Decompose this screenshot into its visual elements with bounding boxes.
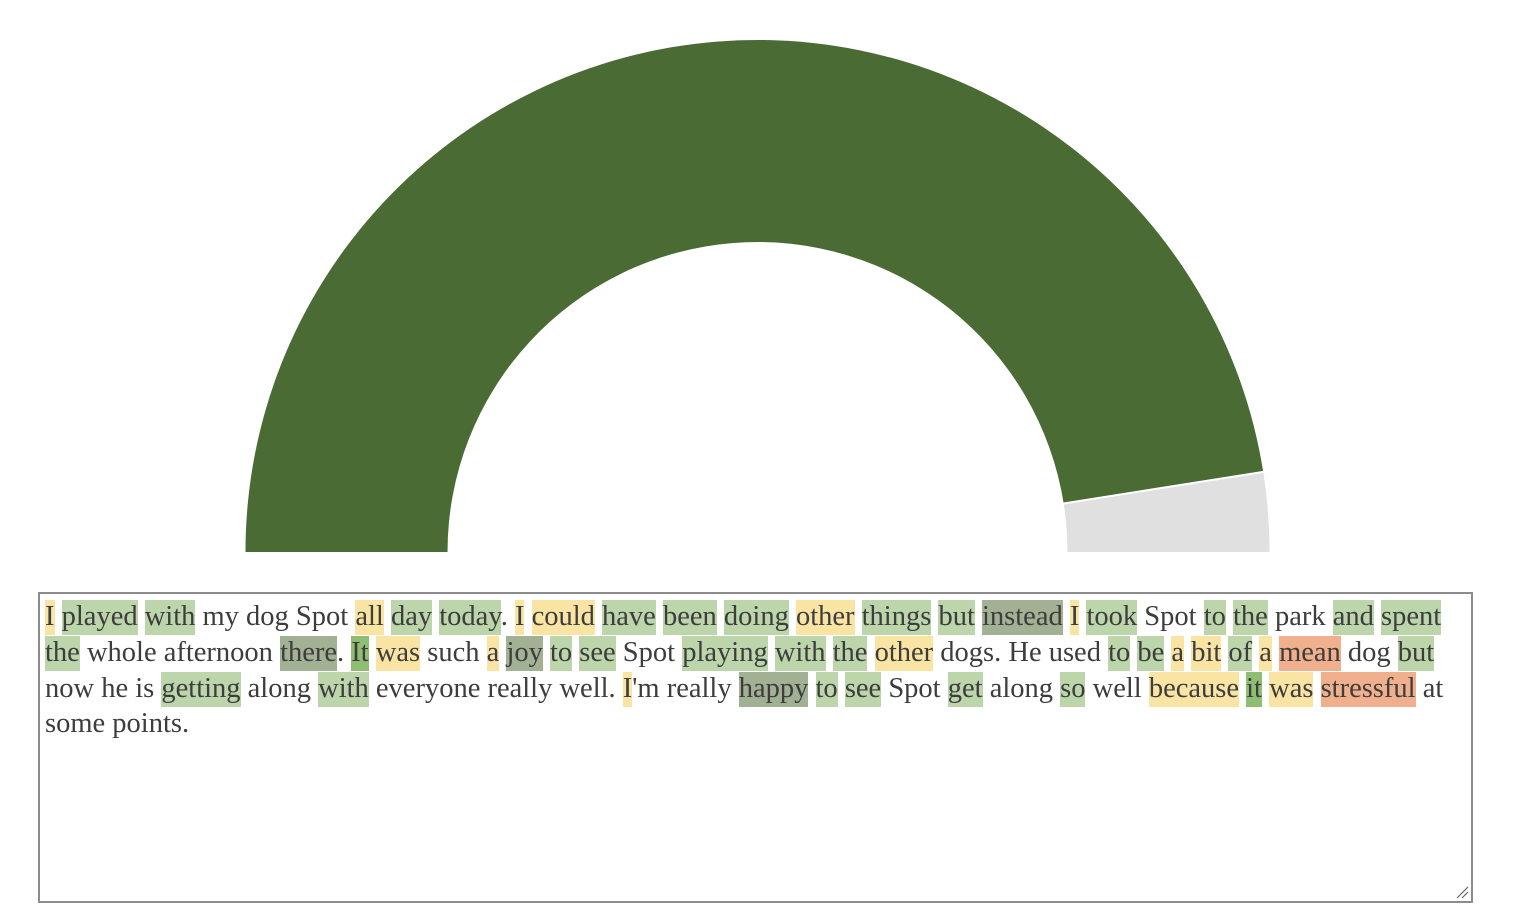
analyzed-text-area[interactable]: I played with my dog Spot all day today.… bbox=[38, 592, 1473, 903]
plain-text bbox=[838, 673, 845, 704]
plain-text bbox=[595, 601, 602, 632]
plain-text bbox=[1272, 637, 1279, 668]
plain-text bbox=[855, 601, 862, 632]
highlighted-word: but bbox=[938, 600, 975, 635]
highlighted-word: it bbox=[1246, 671, 1262, 707]
highlighted-word: so bbox=[1060, 671, 1086, 707]
highlighted-text: I played with my dog Spot all day today.… bbox=[45, 599, 1465, 742]
highlighted-word: I bbox=[1069, 600, 1080, 635]
highlighted-word: could bbox=[531, 600, 595, 635]
plain-text bbox=[867, 637, 874, 668]
highlighted-word: things bbox=[861, 600, 932, 635]
highlighted-word: but bbox=[1397, 635, 1435, 671]
plain-text bbox=[789, 601, 796, 632]
plain-text: Spot bbox=[615, 636, 683, 668]
highlighted-word: doing bbox=[723, 600, 789, 635]
plain-text bbox=[656, 601, 663, 632]
highlighted-word: instead bbox=[982, 600, 1063, 635]
highlighted-word: a bbox=[1259, 635, 1272, 671]
highlighted-word: with bbox=[774, 635, 826, 671]
resize-grip-icon[interactable] bbox=[1455, 885, 1469, 899]
highlighted-word: because bbox=[1148, 671, 1240, 707]
highlighted-word: of bbox=[1228, 635, 1253, 671]
plain-text bbox=[826, 637, 833, 668]
plain-text bbox=[975, 601, 982, 632]
highlighted-word: It bbox=[351, 635, 369, 671]
plain-text bbox=[717, 601, 724, 632]
highlighted-word: I bbox=[622, 671, 633, 707]
highlighted-word: other bbox=[874, 635, 934, 671]
highlighted-word: be bbox=[1137, 635, 1165, 671]
highlighted-word: get bbox=[947, 671, 983, 707]
highlighted-word: mean bbox=[1279, 635, 1341, 671]
plain-text: whole afternoon bbox=[79, 636, 281, 668]
highlighted-word: a bbox=[486, 635, 500, 671]
highlighted-word: and bbox=[1332, 600, 1374, 635]
highlighted-word: stressful bbox=[1320, 671, 1416, 707]
plain-text: 'm really bbox=[632, 672, 739, 704]
plain-text bbox=[369, 637, 376, 668]
plain-text: along bbox=[240, 672, 319, 704]
highlighted-word: was bbox=[1269, 671, 1314, 707]
highlighted-word: to bbox=[549, 635, 573, 671]
plain-text: . bbox=[337, 636, 352, 668]
plain-text bbox=[1063, 601, 1070, 632]
highlighted-word: day bbox=[390, 600, 433, 635]
highlighted-word: today bbox=[439, 600, 501, 635]
plain-text: now he is bbox=[45, 672, 162, 704]
highlighted-word: all bbox=[355, 600, 384, 635]
highlighted-word: happy bbox=[738, 671, 809, 707]
plain-text: along bbox=[982, 672, 1061, 704]
sentiment-gauge bbox=[245, 40, 1270, 553]
plain-text: Spot bbox=[881, 672, 948, 704]
plain-text bbox=[808, 673, 815, 704]
plain-text bbox=[768, 637, 775, 668]
highlighted-word: bit bbox=[1191, 635, 1222, 671]
highlighted-word: see bbox=[844, 671, 882, 707]
highlighted-word: there bbox=[280, 635, 338, 671]
gauge-fill bbox=[245, 40, 1264, 553]
plain-text bbox=[384, 601, 391, 632]
plain-text: dog bbox=[1340, 636, 1398, 668]
plain-text bbox=[524, 601, 531, 632]
highlighted-word: took bbox=[1086, 600, 1138, 635]
highlighted-word: spent bbox=[1380, 600, 1442, 635]
highlighted-word: a bbox=[1171, 635, 1185, 671]
plain-text: . bbox=[500, 601, 515, 632]
plain-text bbox=[55, 601, 62, 632]
highlighted-word: to bbox=[1203, 600, 1226, 635]
highlighted-word: getting bbox=[161, 671, 241, 707]
highlighted-word: joy bbox=[506, 635, 543, 671]
highlighted-word: see bbox=[579, 635, 616, 671]
highlighted-word: the bbox=[45, 635, 80, 671]
highlighted-word: was bbox=[375, 635, 421, 671]
highlighted-word: have bbox=[602, 600, 656, 635]
highlighted-word: been bbox=[662, 600, 717, 635]
plain-text: my dog Spot bbox=[195, 601, 356, 632]
plain-text: well bbox=[1085, 672, 1149, 704]
highlighted-word: I bbox=[45, 600, 55, 635]
plain-text bbox=[1226, 601, 1233, 632]
plain-text: Spot bbox=[1137, 601, 1204, 632]
plain-text: everyone really well. bbox=[368, 672, 623, 704]
plain-text bbox=[138, 601, 145, 632]
plain-text bbox=[1313, 673, 1320, 704]
highlighted-word: with bbox=[144, 600, 196, 635]
highlighted-word: to bbox=[815, 671, 838, 707]
plain-text: park bbox=[1267, 601, 1333, 632]
plain-text: dogs. He used bbox=[933, 636, 1109, 668]
highlighted-word: the bbox=[1232, 600, 1268, 635]
plain-text: such bbox=[420, 636, 487, 668]
highlighted-word: played bbox=[61, 600, 138, 635]
highlighted-word: other bbox=[795, 600, 855, 635]
highlighted-word: with bbox=[318, 671, 369, 707]
highlighted-word: to bbox=[1108, 635, 1131, 671]
plain-text bbox=[1374, 601, 1381, 632]
plain-text bbox=[543, 637, 550, 668]
highlighted-word: the bbox=[832, 635, 868, 671]
highlighted-word: playing bbox=[682, 635, 768, 671]
